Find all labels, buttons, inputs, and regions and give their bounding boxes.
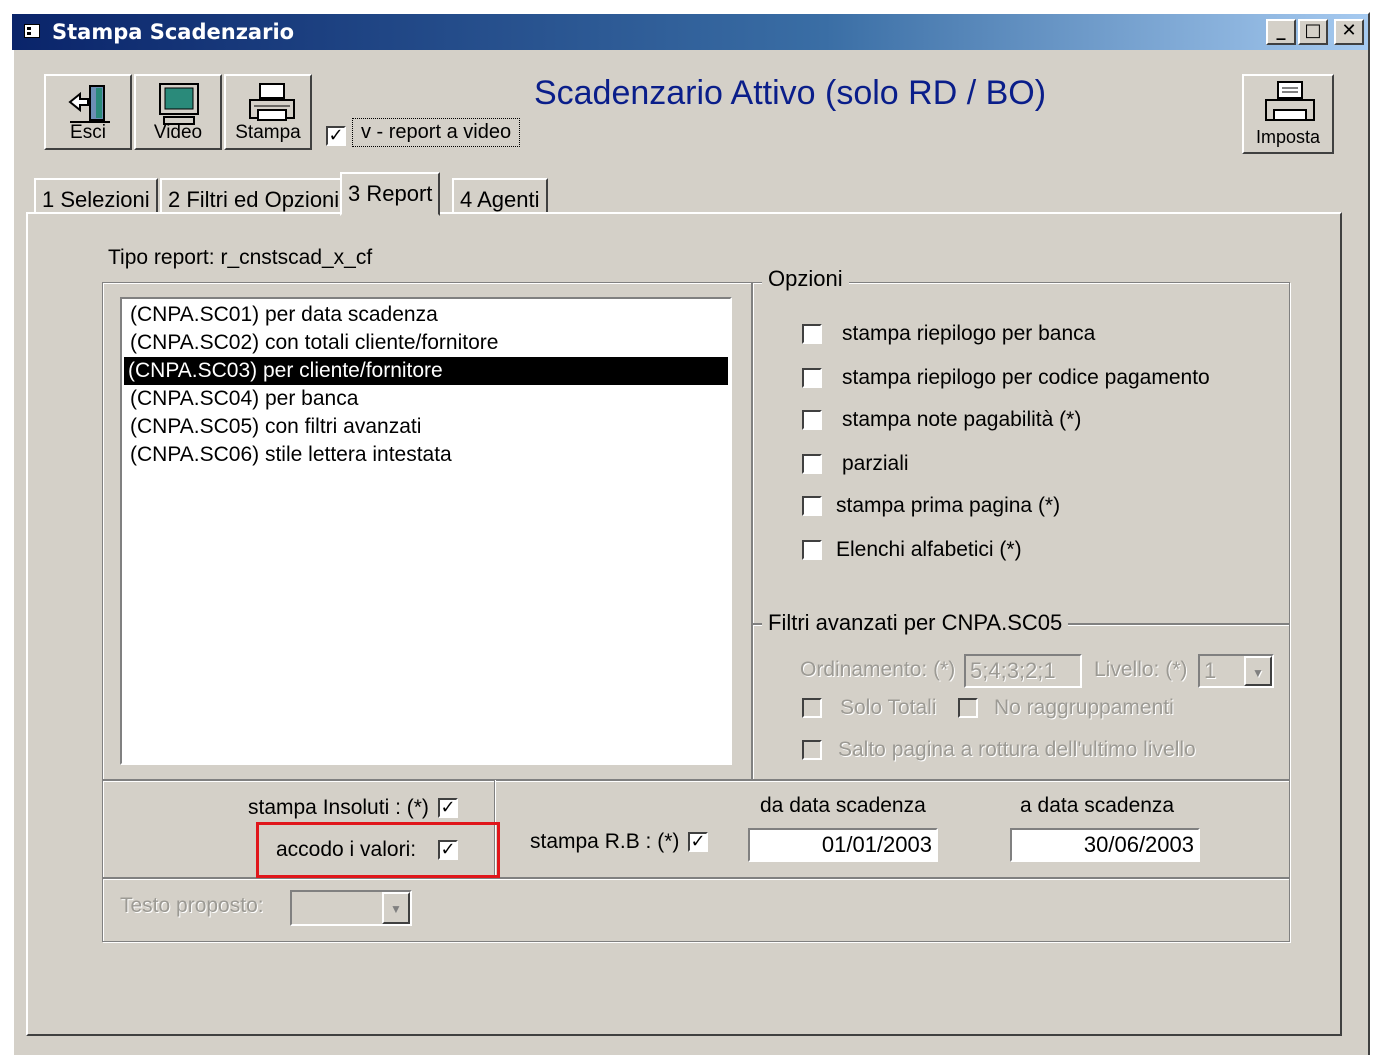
tab-filtri-opzioni[interactable]: 2 Filtri ed Opzioni	[160, 178, 348, 214]
riepilogo-banca-checkbox[interactable]	[802, 324, 822, 344]
salto-pagina-label: Salto pagina a rottura dell'ultimo livel…	[838, 738, 1196, 761]
parziali-label: parziali	[842, 452, 909, 475]
solo-totali-label: Solo Totali	[840, 696, 937, 719]
imposta-label: Imposta	[1255, 127, 1321, 147]
no-raggruppamenti-checkbox[interactable]	[958, 698, 978, 718]
rb-label: stampa R.B : (*)	[530, 830, 680, 853]
window-title: Stampa Scadenzario	[52, 20, 295, 44]
report-video-label[interactable]: v - report a video	[352, 118, 521, 147]
esci-button[interactable]: Esci	[44, 74, 132, 150]
minimize-icon: _	[1276, 20, 1286, 41]
insoluti-checkbox[interactable]: ✓	[438, 798, 458, 818]
form-icon	[24, 24, 40, 38]
salto-pagina-checkbox[interactable]	[802, 740, 822, 760]
tab-report[interactable]: 3 Report	[340, 172, 441, 216]
report-video-checkbox[interactable]: ✓	[326, 126, 346, 146]
list-item[interactable]: (CNPA.SC04) per banca	[126, 385, 358, 413]
imposta-button[interactable]: Imposta	[1242, 74, 1334, 154]
no-raggruppamenti-label: No raggruppamenti	[994, 696, 1174, 719]
solo-totali-checkbox[interactable]	[802, 698, 822, 718]
tab-agenti[interactable]: 4 Agenti	[452, 178, 548, 214]
close-button[interactable]: ✕	[1334, 19, 1364, 45]
livello-label: Livello: (*)	[1094, 658, 1188, 681]
elenchi-alfabetici-checkbox[interactable]	[802, 540, 822, 560]
tipo-report-value: r_cnstscad_x_cf	[220, 246, 373, 269]
riepilogo-codice-label: stampa riepilogo per codice pagamento	[842, 366, 1210, 389]
chevron-down-icon[interactable]: ▼	[1244, 656, 1272, 686]
ordinamento-input[interactable]: 5;4;3;2;1	[964, 654, 1082, 688]
video-label: Video	[153, 122, 203, 143]
ordinamento-label: Ordinamento: (*)	[800, 658, 956, 681]
testo-proposto-label: Testo proposto:	[120, 894, 264, 917]
monitor-icon	[159, 83, 199, 125]
livello-select[interactable]: 1 ▼	[1198, 654, 1274, 688]
rb-checkbox[interactable]: ✓	[688, 832, 708, 852]
stampa-button[interactable]: Stampa	[224, 74, 312, 150]
list-item-selected[interactable]: (CNPA.SC03) per cliente/fornitore	[124, 357, 728, 385]
page-title: Scadenzario Attivo (solo RD / BO)	[533, 74, 1047, 112]
elenchi-alfabetici-label: Elenchi alfabetici (*)	[836, 538, 1022, 561]
tipo-report-label: Tipo report: r_cnstscad_x_cf	[108, 246, 373, 269]
printer-setup-icon	[1265, 81, 1315, 121]
testo-group	[102, 878, 1290, 942]
prima-pagina-label: stampa prima pagina (*)	[836, 494, 1061, 517]
note-pagabilita-checkbox[interactable]	[802, 410, 822, 430]
tab-selezioni[interactable]: 1 Selezioni	[34, 178, 158, 214]
maximize-button[interactable]: □	[1298, 19, 1328, 45]
minimize-button[interactable]: _	[1266, 19, 1296, 45]
filtri-avanzati-legend: Filtri avanzati per CNPA.SC05	[762, 610, 1069, 636]
riepilogo-banca-label: stampa riepilogo per banca	[842, 322, 1096, 345]
parziali-checkbox[interactable]	[802, 454, 822, 474]
a-data-label: a data scadenza	[1020, 794, 1175, 817]
da-data-input[interactable]: 01/01/2003	[748, 828, 938, 862]
exit-door-icon	[68, 85, 110, 123]
opzioni-legend: Opzioni	[762, 266, 849, 292]
video-button[interactable]: Video	[134, 74, 222, 150]
printer-icon	[249, 83, 295, 121]
maximize-icon: □	[1304, 20, 1322, 41]
report-listbox[interactable]: (CNPA.SC01) per data scadenza (CNPA.SC02…	[120, 297, 732, 765]
da-data-label: da data scadenza	[760, 794, 926, 817]
list-item[interactable]: (CNPA.SC06) stile lettera intestata	[126, 441, 452, 469]
stampa-label: Stampa	[235, 122, 301, 143]
list-item[interactable]: (CNPA.SC02) con totali cliente/fornitore	[126, 329, 498, 357]
insoluti-label: stampa Insoluti : (*)	[248, 796, 429, 819]
note-pagabilita-label: stampa note pagabilità (*)	[842, 408, 1082, 431]
highlight-box	[256, 822, 500, 878]
close-icon: ✕	[1341, 20, 1357, 41]
list-item[interactable]: (CNPA.SC05) con filtri avanzati	[126, 413, 421, 441]
chevron-down-icon[interactable]: ▼	[382, 892, 410, 924]
title-bar[interactable]: Stampa Scadenzario _ □ ✕	[12, 14, 1368, 50]
prima-pagina-checkbox[interactable]	[802, 496, 822, 516]
list-item[interactable]: (CNPA.SC01) per data scadenza	[126, 301, 438, 329]
esci-label: Esci	[70, 122, 106, 143]
testo-proposto-select[interactable]: ▼	[290, 890, 412, 926]
a-data-input[interactable]: 30/06/2003	[1010, 828, 1200, 862]
riepilogo-codice-checkbox[interactable]	[802, 368, 822, 388]
